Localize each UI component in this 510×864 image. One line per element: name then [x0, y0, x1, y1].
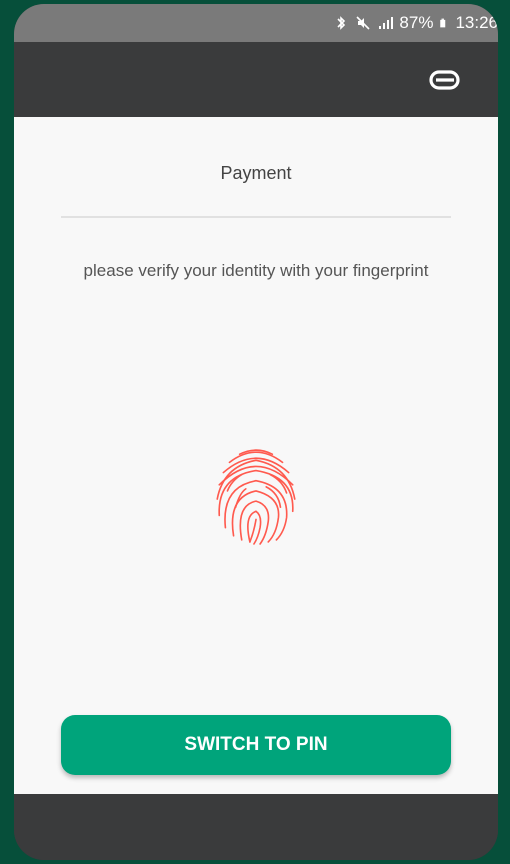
fingerprint-icon[interactable] — [205, 444, 307, 546]
status-icons: 87% 13:26 — [333, 13, 498, 33]
bluetooth-icon — [337, 16, 346, 30]
battery-percent: 87% — [399, 13, 434, 32]
page-title: Payment — [220, 163, 292, 183]
divider — [61, 216, 451, 218]
signal-icon — [379, 17, 394, 29]
mute-icon — [356, 16, 370, 30]
switch-to-pin-button[interactable]: SWITCH TO PIN — [61, 715, 451, 775]
device-frame: 87% 13:26 Payment please verify your ide… — [0, 0, 510, 864]
link-logo-icon — [429, 70, 460, 90]
verify-message: please verify your identity with your fi… — [83, 261, 429, 280]
phone-screen: 87% 13:26 Payment please verify your ide… — [14, 4, 498, 860]
clock: 13:26 — [455, 13, 498, 32]
battery-icon — [440, 18, 446, 28]
navigation-bar — [14, 794, 498, 860]
app-bar — [14, 42, 498, 117]
status-bar: 87% 13:26 — [14, 4, 498, 42]
main-content: Payment please verify your identity with… — [14, 117, 498, 794]
